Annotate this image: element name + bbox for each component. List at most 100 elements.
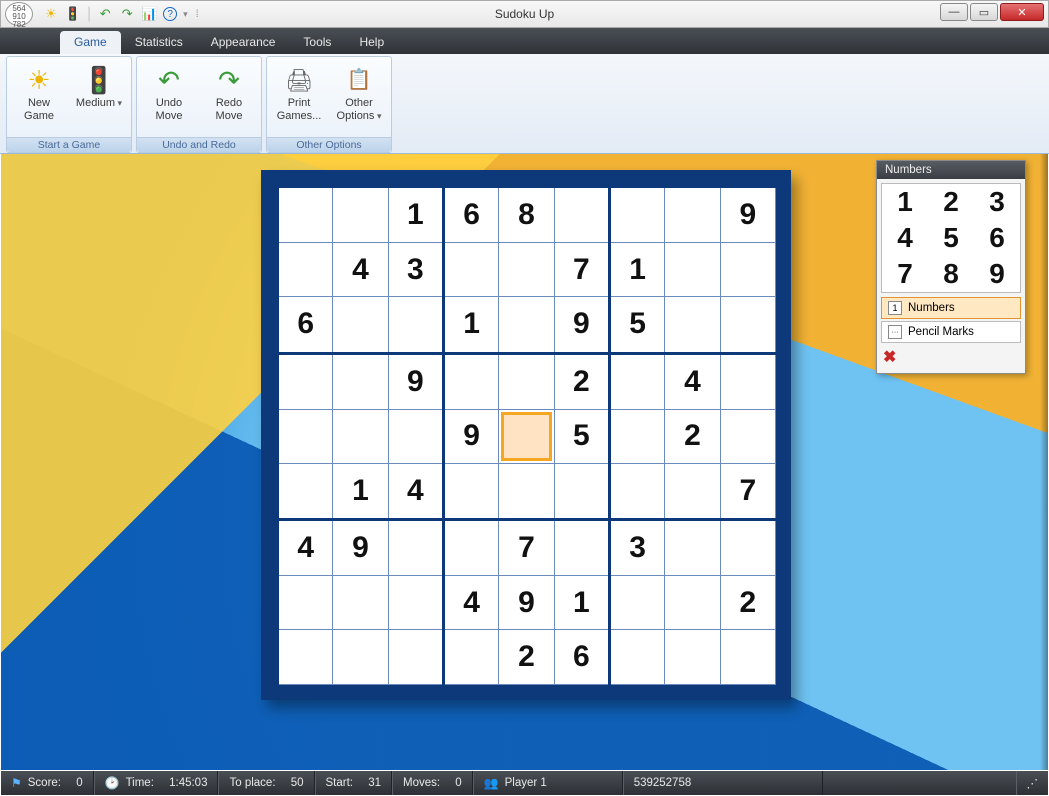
cell-7-8[interactable]: 2 — [720, 576, 775, 630]
undo-button[interactable]: ↶ UndoMove — [139, 61, 199, 137]
cell-5-3[interactable] — [443, 463, 498, 519]
cell-6-6[interactable]: 3 — [609, 520, 664, 576]
cell-5-7[interactable] — [665, 463, 720, 519]
cell-2-7[interactable] — [665, 297, 720, 353]
cell-0-5[interactable] — [554, 187, 609, 243]
cell-8-1[interactable] — [333, 630, 388, 685]
numpad-9[interactable]: 9 — [974, 256, 1020, 292]
cell-8-3[interactable] — [443, 630, 498, 685]
cell-5-2[interactable]: 4 — [388, 463, 443, 519]
cell-2-0[interactable]: 6 — [278, 297, 333, 353]
cell-6-7[interactable] — [665, 520, 720, 576]
cell-7-1[interactable] — [333, 576, 388, 630]
cell-8-6[interactable] — [609, 630, 664, 685]
cell-4-2[interactable] — [388, 409, 443, 463]
tab-statistics[interactable]: Statistics — [121, 31, 197, 54]
cell-4-3[interactable]: 9 — [443, 409, 498, 463]
numpad-4[interactable]: 4 — [882, 220, 928, 256]
cell-4-4[interactable] — [499, 409, 554, 463]
cell-0-3[interactable]: 6 — [443, 187, 498, 243]
new-game-button[interactable]: ☀ NewGame — [9, 61, 69, 137]
cell-6-0[interactable]: 4 — [278, 520, 333, 576]
cell-2-2[interactable] — [388, 297, 443, 353]
cell-7-7[interactable] — [665, 576, 720, 630]
cell-7-5[interactable]: 1 — [554, 576, 609, 630]
new-game-icon[interactable]: ☀ — [43, 6, 59, 22]
cell-7-4[interactable]: 9 — [499, 576, 554, 630]
tab-game[interactable]: Game — [60, 31, 121, 54]
cell-6-1[interactable]: 9 — [333, 520, 388, 576]
cell-5-6[interactable] — [609, 463, 664, 519]
numpad-7[interactable]: 7 — [882, 256, 928, 292]
help-icon[interactable]: ? — [163, 7, 177, 21]
cell-2-6[interactable]: 5 — [609, 297, 664, 353]
cell-7-0[interactable] — [278, 576, 333, 630]
sudoku-grid[interactable]: 1689437161959249521474973491226 — [276, 185, 776, 685]
cell-0-8[interactable]: 9 — [720, 187, 775, 243]
print-button[interactable]: 🖨 PrintGames... — [269, 61, 329, 137]
cell-0-4[interactable]: 8 — [499, 187, 554, 243]
erase-button[interactable]: ✖ — [883, 347, 1019, 367]
cell-8-5[interactable]: 6 — [554, 630, 609, 685]
maximize-button[interactable]: ▭ — [970, 3, 998, 21]
other-options-button[interactable]: 📋 OtherOptions — [329, 61, 389, 137]
redo-button[interactable]: ↷ RedoMove — [199, 61, 259, 137]
cell-3-4[interactable] — [499, 353, 554, 409]
cell-3-5[interactable]: 2 — [554, 353, 609, 409]
cell-7-3[interactable]: 4 — [443, 576, 498, 630]
close-button[interactable]: ✕ — [1000, 3, 1044, 21]
cell-8-7[interactable] — [665, 630, 720, 685]
cell-3-3[interactable] — [443, 353, 498, 409]
numpad-5[interactable]: 5 — [928, 220, 974, 256]
cell-7-2[interactable] — [388, 576, 443, 630]
cell-0-2[interactable]: 1 — [388, 187, 443, 243]
cell-4-7[interactable]: 2 — [665, 409, 720, 463]
cell-1-6[interactable]: 1 — [609, 243, 664, 297]
app-icon[interactable]: 564910782 — [5, 2, 33, 26]
cell-0-1[interactable] — [333, 187, 388, 243]
cell-1-7[interactable] — [665, 243, 720, 297]
minimize-button[interactable]: — — [940, 3, 968, 21]
cell-4-0[interactable] — [278, 409, 333, 463]
cell-1-3[interactable] — [443, 243, 498, 297]
cell-4-5[interactable]: 5 — [554, 409, 609, 463]
cell-1-8[interactable] — [720, 243, 775, 297]
mode-pencil-button[interactable]: ··· Pencil Marks — [881, 321, 1021, 343]
undo-icon[interactable]: ↶ — [97, 6, 113, 22]
tab-appearance[interactable]: Appearance — [197, 31, 290, 54]
numpad-8[interactable]: 8 — [928, 256, 974, 292]
cell-2-8[interactable] — [720, 297, 775, 353]
cell-5-4[interactable] — [499, 463, 554, 519]
cell-3-6[interactable] — [609, 353, 664, 409]
cell-6-8[interactable] — [720, 520, 775, 576]
cell-2-1[interactable] — [333, 297, 388, 353]
cell-2-5[interactable]: 9 — [554, 297, 609, 353]
cell-7-6[interactable] — [609, 576, 664, 630]
cell-3-7[interactable]: 4 — [665, 353, 720, 409]
cell-3-1[interactable] — [333, 353, 388, 409]
cell-5-1[interactable]: 1 — [333, 463, 388, 519]
cell-3-8[interactable] — [720, 353, 775, 409]
cell-0-0[interactable] — [278, 187, 333, 243]
difficulty-icon[interactable]: 🚦 — [65, 6, 81, 22]
cell-0-6[interactable] — [609, 187, 664, 243]
cell-1-0[interactable] — [278, 243, 333, 297]
cell-4-1[interactable] — [333, 409, 388, 463]
stats-icon[interactable]: 📊 — [141, 6, 157, 22]
cell-1-1[interactable]: 4 — [333, 243, 388, 297]
difficulty-button[interactable]: 🚦 Medium — [69, 61, 129, 137]
cell-4-8[interactable] — [720, 409, 775, 463]
numpad-2[interactable]: 2 — [928, 184, 974, 220]
tab-tools[interactable]: Tools — [289, 31, 345, 54]
cell-5-8[interactable]: 7 — [720, 463, 775, 519]
cell-1-5[interactable]: 7 — [554, 243, 609, 297]
tab-help[interactable]: Help — [345, 31, 398, 54]
cell-8-0[interactable] — [278, 630, 333, 685]
numpad-6[interactable]: 6 — [974, 220, 1020, 256]
cell-6-3[interactable] — [443, 520, 498, 576]
cell-8-8[interactable] — [720, 630, 775, 685]
cell-6-5[interactable] — [554, 520, 609, 576]
cell-5-0[interactable] — [278, 463, 333, 519]
cell-2-3[interactable]: 1 — [443, 297, 498, 353]
cell-8-2[interactable] — [388, 630, 443, 685]
